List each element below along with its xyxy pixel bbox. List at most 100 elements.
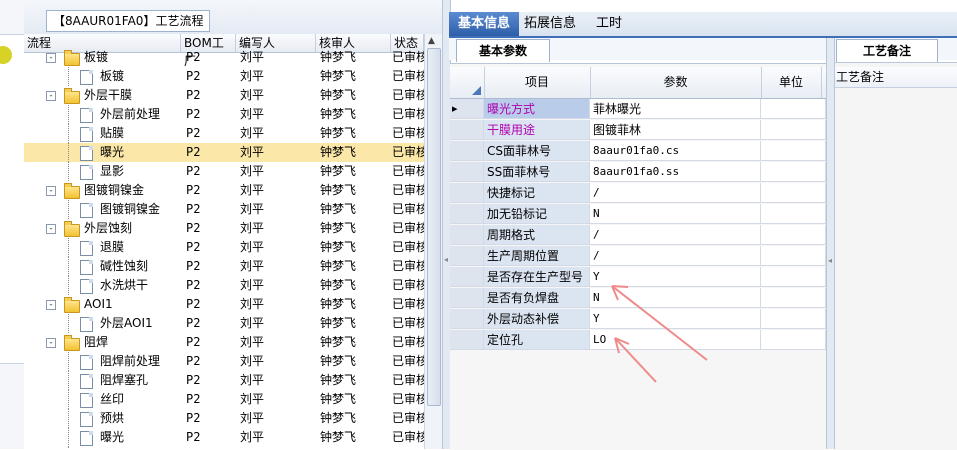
param-row[interactable]: 周期格式 / [450, 225, 826, 246]
column-header-unit[interactable]: 单位 [761, 67, 822, 98]
row-indicator[interactable]: ▸ [450, 99, 484, 119]
tree-cell-status: 已审核 [392, 278, 424, 292]
tree-guide-line [68, 67, 69, 86]
tree-row[interactable]: 阻焊塞孔 P2 刘平 钟梦飞 已审核 [24, 371, 424, 390]
tree-row[interactable]: 曝光 P2 刘平 钟梦飞 已审核 [24, 428, 424, 447]
tree-row[interactable]: 水洗烘干 P2 刘平 钟梦飞 已审核 [24, 276, 424, 295]
tab-extended-info[interactable]: 拓展信息 [515, 12, 585, 36]
column-header-item[interactable]: 项目 [484, 67, 591, 98]
param-unit-cell[interactable] [761, 99, 826, 119]
param-value-cell[interactable]: 菲林曝光 [590, 99, 761, 119]
annotation-arrows [611, 285, 708, 383]
param-row[interactable]: 干膜用途 图镀菲林 [450, 120, 826, 141]
param-row[interactable]: 快捷标记 / [450, 183, 826, 204]
row-indicator[interactable] [450, 330, 484, 350]
row-indicator[interactable] [450, 288, 484, 308]
tree-row[interactable]: 丝印 P2 刘平 钟梦飞 已审核 [24, 390, 424, 409]
tree-cell-writer: 刘平 [240, 259, 265, 273]
param-row[interactable]: 加无铅标记 N [450, 204, 826, 225]
tree-cell-status: 已审核 [392, 430, 424, 444]
document-icon [80, 70, 93, 85]
param-value-cell[interactable]: / [590, 246, 761, 266]
tree-row[interactable]: 退膜 P2 刘平 钟梦飞 已审核 [24, 238, 424, 257]
tree-row[interactable]: - 板镀 P2 刘平 钟梦飞 已审核 [24, 48, 424, 67]
panel-splitter-right[interactable]: ◂ [826, 38, 835, 449]
row-indicator[interactable] [450, 183, 484, 203]
param-value-cell[interactable]: 图镀菲林 [590, 120, 761, 140]
scrollbar-thumb[interactable] [427, 48, 441, 406]
tree-row[interactable]: - 阻焊 P2 刘平 钟梦飞 已审核 [24, 333, 424, 352]
tree-scrollbar[interactable]: ▲ [424, 34, 442, 449]
tree-cell-writer: 刘平 [240, 221, 265, 235]
main-tab-bar: 基本信息 拓展信息 工时 [449, 12, 957, 38]
param-row[interactable]: ▸ 曝光方式 菲林曝光 [450, 99, 826, 120]
collapse-toggle-icon[interactable]: - [46, 91, 56, 101]
param-value-cell[interactable]: / [590, 183, 761, 203]
param-value-cell[interactable]: / [590, 225, 761, 245]
tree-row[interactable]: 碱性蚀刻 P2 刘平 钟梦飞 已审核 [24, 257, 424, 276]
tree-row[interactable]: 板镀 P2 刘平 钟梦飞 已审核 [24, 67, 424, 86]
collapse-toggle-icon[interactable]: - [46, 186, 56, 196]
param-row[interactable]: CS面菲林号 8aaur01fa0.cs [450, 141, 826, 162]
tree-row[interactable]: 外层前处理 P2 刘平 钟梦飞 已审核 [24, 105, 424, 124]
tree-row[interactable]: 图镀铜镍金 P2 刘平 钟梦飞 已审核 [24, 200, 424, 219]
row-indicator[interactable] [450, 246, 484, 266]
tree-cell-writer: 刘平 [240, 430, 265, 444]
param-item-label: 定位孔 [484, 330, 590, 350]
param-unit-cell[interactable] [761, 309, 826, 329]
tree-row[interactable]: 曝光 P2 刘平 钟梦飞 已审核 [24, 143, 424, 162]
collapse-toggle-icon[interactable]: - [46, 338, 56, 348]
tree-cell-checker: 钟梦飞 [320, 335, 357, 349]
tab-work-hours[interactable]: 工时 [587, 12, 631, 36]
row-indicator[interactable] [450, 141, 484, 161]
document-icon [80, 203, 93, 218]
tab-basic-params[interactable]: 基本参数 [456, 39, 551, 62]
param-unit-cell[interactable] [761, 141, 826, 161]
tree-row[interactable]: 预烘 P2 刘平 钟梦飞 已审核 [24, 409, 424, 428]
tree-row[interactable]: - 外层蚀刻 P2 刘平 钟梦飞 已审核 [24, 219, 424, 238]
param-row[interactable]: SS面菲林号 8aaur01fa0.ss [450, 162, 826, 183]
tree-cell-status: 已审核 [392, 259, 424, 273]
collapse-toggle-icon[interactable]: - [46, 224, 56, 234]
tree-cell-status: 已审核 [392, 392, 424, 406]
param-unit-cell[interactable] [761, 330, 826, 350]
row-indicator[interactable] [450, 120, 484, 140]
tree-cell-name: 外层前处理 [100, 107, 161, 121]
param-value-cell[interactable]: 8aaur01fa0.cs [590, 141, 761, 161]
collapse-toggle-icon[interactable]: - [46, 300, 56, 310]
param-unit-cell[interactable] [761, 204, 826, 224]
param-unit-cell[interactable] [761, 183, 826, 203]
param-unit-cell[interactable] [761, 246, 826, 266]
tree-row[interactable]: - 外层干膜 P2 刘平 钟梦飞 已审核 [24, 86, 424, 105]
tree-row[interactable]: 外层AOI1 P2 刘平 钟梦飞 已审核 [24, 314, 424, 333]
tab-basic-info[interactable]: 基本信息 [449, 12, 520, 36]
column-header-param[interactable]: 参数 [590, 67, 762, 98]
tab-process-notes[interactable]: 工艺备注 [836, 39, 938, 62]
tree-cell-bom: P2 [186, 373, 201, 387]
tree-cell-status: 已审核 [392, 50, 424, 64]
param-value-cell[interactable]: N [590, 204, 761, 224]
tree-row[interactable]: 显影 P2 刘平 钟梦飞 已审核 [24, 162, 424, 181]
param-unit-cell[interactable] [761, 120, 826, 140]
collapse-toggle-icon[interactable]: - [46, 53, 56, 63]
row-indicator[interactable] [450, 267, 484, 287]
row-indicator[interactable] [450, 309, 484, 329]
tree-row[interactable]: - 图镀铜镍金 P2 刘平 钟梦飞 已审核 [24, 181, 424, 200]
tree-cell-status: 已审核 [392, 202, 424, 216]
param-unit-cell[interactable] [761, 288, 826, 308]
tree-row[interactable]: - AOI1 P2 刘平 钟梦飞 已审核 [24, 295, 424, 314]
param-unit-cell[interactable] [761, 225, 826, 245]
param-row[interactable]: 生产周期位置 / [450, 246, 826, 267]
row-indicator[interactable] [450, 225, 484, 245]
tree-row[interactable]: 阻焊前处理 P2 刘平 钟梦飞 已审核 [24, 352, 424, 371]
tree-cell-writer: 刘平 [240, 373, 265, 387]
param-unit-cell[interactable] [761, 267, 826, 287]
tree-row[interactable]: 贴膜 P2 刘平 钟梦飞 已审核 [24, 124, 424, 143]
document-icon [80, 165, 93, 180]
param-unit-cell[interactable] [761, 162, 826, 182]
row-indicator[interactable] [450, 204, 484, 224]
scroll-up-icon[interactable]: ▲ [428, 36, 435, 46]
document-icon [80, 241, 93, 256]
param-value-cell[interactable]: 8aaur01fa0.ss [590, 162, 761, 182]
row-indicator[interactable] [450, 162, 484, 182]
